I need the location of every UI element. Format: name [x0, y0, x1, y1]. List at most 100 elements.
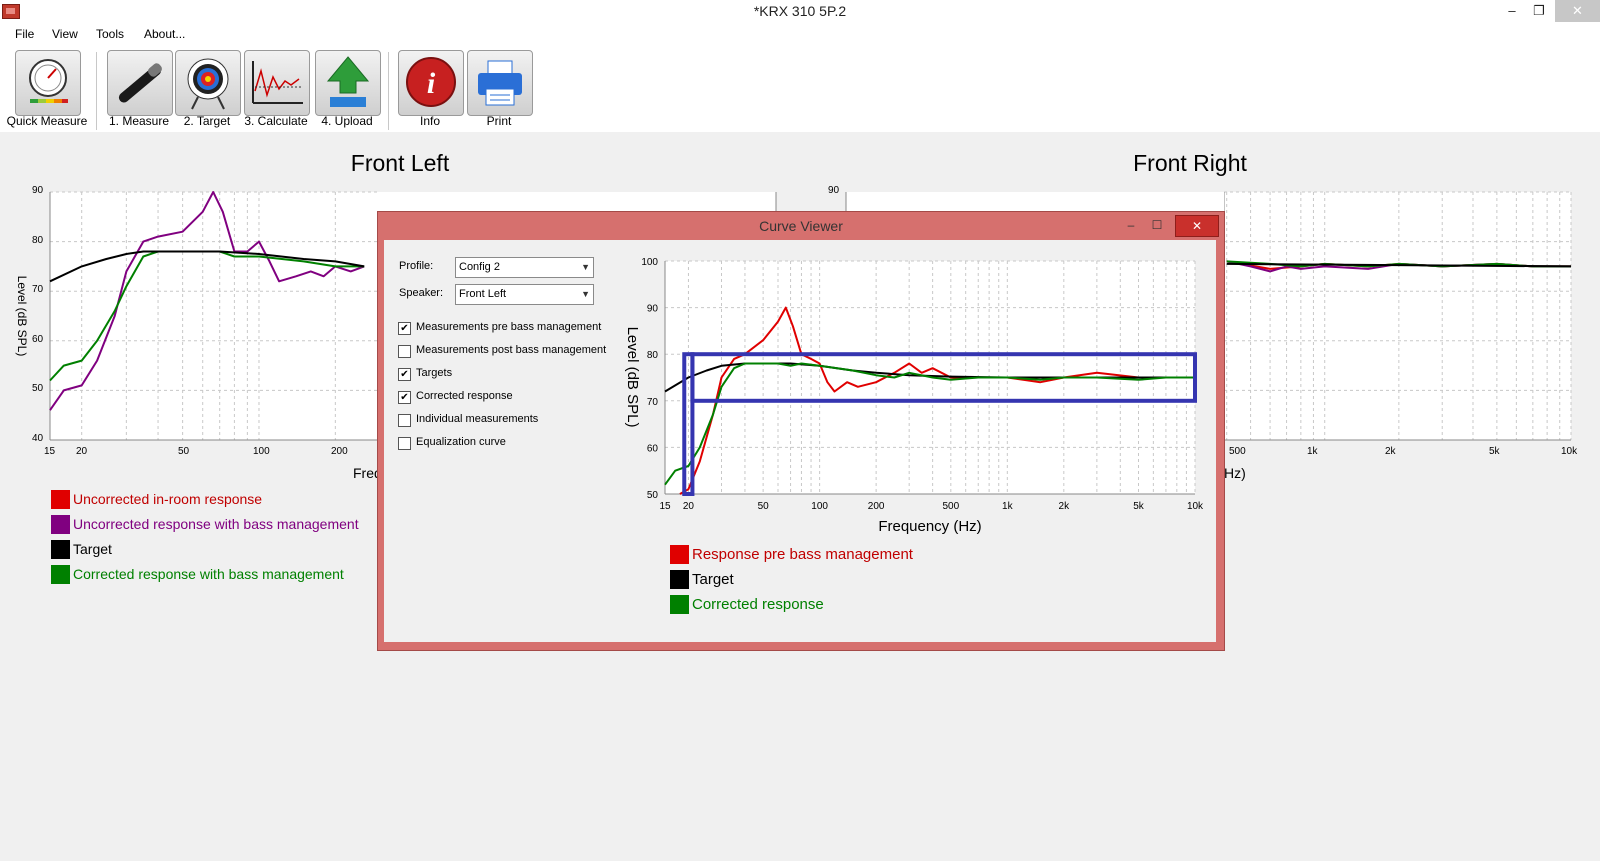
dialog-y-tick: 100 [641, 257, 658, 268]
speaker-label: Speaker: [399, 287, 444, 299]
left-y-tick: 50 [32, 383, 44, 394]
quick-measure-button[interactable] [15, 50, 81, 116]
profile-label: Profile: [399, 260, 434, 272]
chevron-down-icon: ▼ [581, 262, 590, 272]
dialog-title: Curve Viewer [759, 218, 843, 234]
chart-title-front-right: Front Right [1133, 150, 1247, 176]
info-button[interactable]: i [398, 50, 464, 116]
checkbox-individual[interactable] [398, 414, 411, 427]
right-x-tick: 2k [1385, 446, 1396, 457]
dialog-y-tick: 90 [647, 304, 659, 315]
dialog-maximize-button[interactable]: ☐ [1146, 215, 1168, 235]
dialog-x-tick: 50 [758, 501, 770, 512]
printer-icon [478, 60, 522, 106]
speaker-value: Front Left [459, 288, 507, 300]
dialog-close-button[interactable]: ✕ [1175, 215, 1219, 237]
legend-corrected-bass: Corrected response with bass management [73, 566, 344, 582]
checkbox-corrected[interactable]: ✔ [398, 391, 411, 404]
left-y-tick: 80 [32, 235, 44, 246]
upload-button[interactable] [315, 50, 381, 116]
chevron-down-icon: ▼ [581, 289, 590, 299]
left-y-tick: 90 [32, 185, 44, 196]
calculate-button[interactable] [244, 50, 310, 116]
close-button[interactable]: ✕ [1555, 0, 1600, 22]
dialog-legend-swatch-target [670, 570, 689, 589]
target-label: 2. Target [183, 114, 231, 128]
checkbox-equalization[interactable] [398, 437, 411, 450]
menu-tools[interactable]: Tools [96, 27, 124, 41]
checkbox-label: Measurements pre bass management [416, 321, 602, 333]
left-x-tick: 20 [76, 446, 88, 457]
menu-bar: File View Tools About... [0, 24, 1600, 44]
right-y-tick: 90 [828, 185, 840, 196]
toolbar-separator [388, 52, 389, 130]
front-right-chart [1224, 191, 1572, 441]
measure-label: 1. Measure [108, 114, 170, 128]
window-title: *KRX 310 5P.2 [753, 3, 847, 19]
dialog-minimize-button[interactable]: – [1120, 215, 1142, 235]
checkbox-label: Measurements post bass management [416, 344, 607, 356]
upload-arrow-icon [326, 56, 370, 107]
profile-value: Config 2 [459, 261, 500, 273]
minimize-button[interactable]: – [1502, 0, 1522, 22]
print-label: Print [486, 114, 512, 128]
dialog-x-tick: 200 [868, 501, 885, 512]
print-button[interactable] [467, 50, 533, 116]
dialog-x-tick: 10k [1187, 501, 1204, 512]
checkbox-pre-bass[interactable]: ✔ [398, 322, 411, 335]
left-x-tick: 100 [253, 446, 270, 457]
legend-swatch-uncorrected-bass [51, 515, 70, 534]
menu-file[interactable]: File [15, 27, 34, 41]
measure-button[interactable] [107, 50, 173, 116]
menu-view[interactable]: View [52, 27, 78, 41]
menu-about[interactable]: About... [144, 27, 185, 41]
front-left-chart: Level (dB SPL) [15, 191, 380, 441]
legend-swatch-corrected-bass [51, 565, 70, 584]
info-label: Info [419, 114, 440, 128]
dialog-y-tick: 70 [647, 397, 659, 408]
right-x-tick: 5k [1489, 446, 1500, 457]
dialog-x-tick: 15 [659, 501, 671, 512]
checkbox-label: Individual measurements [416, 413, 539, 425]
svg-text:i: i [427, 67, 436, 100]
legend-uncorrected: Uncorrected in-room response [73, 491, 263, 507]
dialog-x-tick: 500 [942, 501, 959, 512]
toolbar-separator [96, 52, 97, 130]
target-button[interactable] [175, 50, 241, 116]
dialog-x-axis-label: Frequency (Hz) [878, 518, 981, 535]
title-bar: *KRX 310 5P.2 – ❐ ✕ [0, 0, 1600, 24]
dialog-legend-corrected: Corrected response [692, 596, 824, 613]
dialog-y-axis-label: Level (dB SPL) [624, 327, 641, 428]
right-x-tick: 1k [1307, 446, 1318, 457]
graph-icon [252, 61, 303, 104]
gauge-icon [29, 59, 68, 103]
dialog-y-tick: 60 [647, 443, 659, 454]
curve-viewer-dialog: Curve Viewer – ☐ ✕ Profile: Config 2 ▼ S… [377, 211, 1225, 651]
dialog-x-tick: 100 [811, 501, 828, 512]
dialog-x-tick: 2k [1059, 501, 1071, 512]
left-x-tick: 15 [44, 446, 56, 457]
legend-swatch-target [51, 540, 70, 559]
toolbar: Quick Measure 1. Measure 2. Target 3. Ca… [0, 44, 1600, 132]
left-y-tick: 40 [32, 433, 44, 444]
checkbox-targets[interactable]: ✔ [398, 368, 411, 381]
dialog-x-tick: 20 [683, 501, 695, 512]
legend-swatch-uncorrected [51, 490, 70, 509]
profile-select[interactable]: Config 2 ▼ [455, 257, 594, 278]
quick-measure-label: Quick Measure [6, 114, 88, 128]
restore-button[interactable]: ❐ [1528, 0, 1550, 22]
calculate-label: 3. Calculate [244, 114, 308, 128]
curve-viewer-chart: 15 20 50 100 200 500 1k 2k 5k 10k 100 90 80 70 60 50 Le… [624, 257, 1204, 535]
left-y-tick: 60 [32, 334, 44, 345]
dialog-x-tick: 1k [1002, 501, 1014, 512]
checkbox-label: Equalization curve [416, 436, 506, 448]
legend-uncorrected-bass: Uncorrected response with bass managemen… [73, 516, 359, 532]
target-icon [187, 58, 229, 110]
checkbox-post-bass[interactable] [398, 345, 411, 358]
dialog-y-tick: 80 [647, 350, 659, 361]
speaker-select[interactable]: Front Left ▼ [455, 284, 594, 305]
chart-title-front-left: Front Left [350, 150, 450, 176]
dialog-legend-pre-bass: Response pre bass management [692, 546, 913, 563]
dialog-legend-swatch-corrected [670, 595, 689, 614]
upload-label: 4. Upload [321, 114, 373, 128]
